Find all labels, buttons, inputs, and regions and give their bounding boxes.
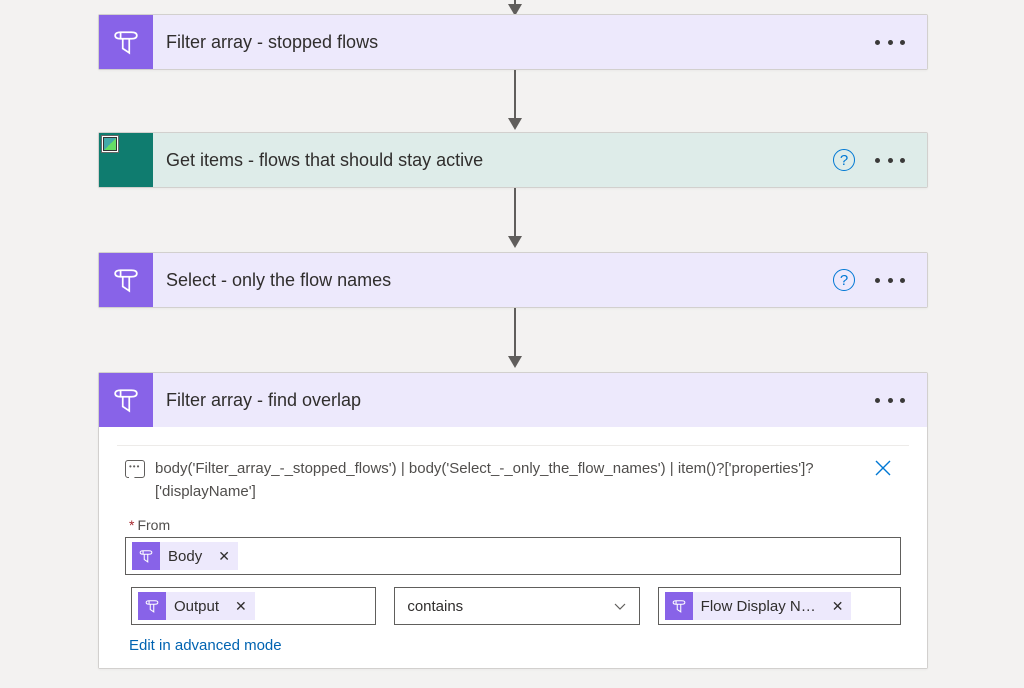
condition-row: Output ✕ contains Flow Display N… ✕ [131, 587, 901, 625]
card-title: Select - only the flow names [153, 270, 833, 291]
sharepoint-icon [99, 133, 153, 187]
help-icon[interactable]: ? [833, 149, 855, 171]
chat-icon [125, 460, 145, 478]
action-filter-find-overlap[interactable]: Filter array - find overlap body('Filter… [98, 372, 928, 669]
action-select-flow-names[interactable]: Select - only the flow names ? [98, 252, 928, 308]
more-menu[interactable] [875, 40, 905, 45]
card-title: Filter array - find overlap [153, 390, 875, 411]
connector-arrow [508, 308, 522, 368]
remove-token-icon[interactable]: ✕ [210, 548, 238, 565]
connector-arrow [508, 70, 522, 130]
connector-arrow [508, 188, 522, 248]
token-flow-display-name[interactable]: Flow Display N… ✕ [665, 592, 852, 620]
filter-icon [99, 253, 153, 307]
edit-advanced-mode-link[interactable]: Edit in advanced mode [117, 637, 909, 654]
more-menu[interactable] [875, 278, 905, 283]
expression-peek: body('Filter_array_-_stopped_flows') | b… [117, 445, 909, 517]
more-menu[interactable] [875, 398, 905, 403]
from-label: *From [117, 517, 909, 533]
remove-token-icon[interactable]: ✕ [824, 598, 852, 615]
condition-left-input[interactable]: Output ✕ [131, 587, 376, 625]
operator-select[interactable]: contains [394, 587, 639, 625]
operator-value: contains [407, 598, 463, 615]
close-icon[interactable] [873, 458, 901, 482]
expression-text: body('Filter_array_-_stopped_flows') | b… [155, 458, 863, 503]
from-input[interactable]: Body ✕ [125, 537, 901, 575]
chevron-down-icon [613, 599, 627, 613]
condition-right-input[interactable]: Flow Display N… ✕ [658, 587, 901, 625]
token-output[interactable]: Output ✕ [138, 592, 255, 620]
action-filter-stopped-flows[interactable]: Filter array - stopped flows [98, 14, 928, 70]
token-body[interactable]: Body ✕ [132, 542, 238, 570]
help-icon[interactable]: ? [833, 269, 855, 291]
filter-icon [99, 15, 153, 69]
remove-token-icon[interactable]: ✕ [227, 598, 255, 615]
action-get-items-active[interactable]: Get items - flows that should stay activ… [98, 132, 928, 188]
more-menu[interactable] [875, 158, 905, 163]
card-title: Get items - flows that should stay activ… [153, 150, 833, 171]
card-title: Filter array - stopped flows [153, 32, 875, 53]
filter-icon [99, 373, 153, 427]
